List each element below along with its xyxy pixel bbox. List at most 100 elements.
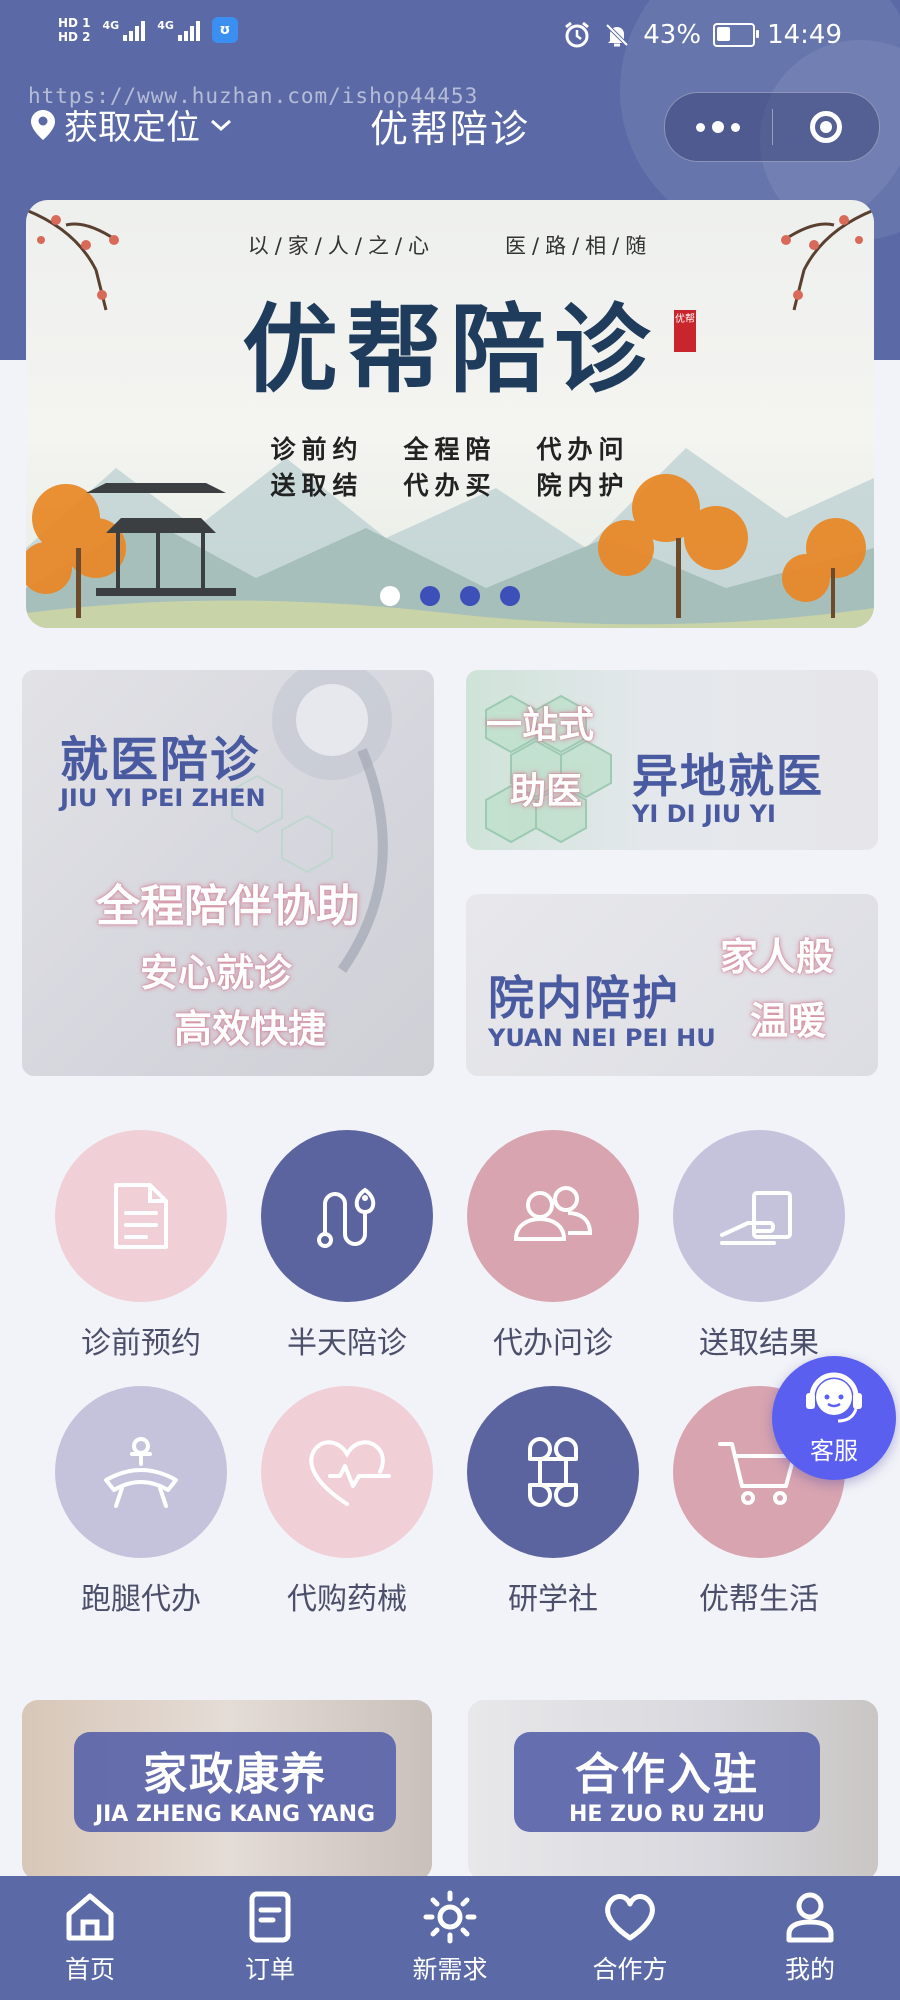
command-icon — [528, 1437, 578, 1507]
document-icon — [114, 1183, 168, 1249]
carousel-dot[interactable] — [500, 586, 520, 606]
tab-label: 新需求 — [412, 1955, 488, 1984]
carousel-dot[interactable] — [380, 586, 400, 606]
motto-right: 医/路/相/随 — [505, 234, 653, 258]
sun-icon — [423, 1890, 477, 1944]
location-selector[interactable]: 获取定位 — [30, 100, 234, 149]
carousel-dot[interactable] — [460, 586, 480, 606]
grid-label: 跑腿代办 — [81, 1582, 201, 1617]
user-icon — [786, 1892, 834, 1943]
signal-icon: 4G — [103, 19, 146, 41]
card-script-line: 高效快捷 — [174, 1006, 327, 1051]
card-title: 合作入驻 — [575, 1749, 759, 1800]
customer-service-label: 客服 — [810, 1436, 858, 1465]
card-script-line: 一站式 — [486, 704, 595, 746]
card-script-line: 家人般 — [720, 934, 835, 979]
card-pinyin: JIA ZHENG KANG YANG — [94, 1802, 376, 1827]
hd-indicator: HD 1 HD 2 — [58, 16, 91, 44]
service-column: 代办问 院内护 — [537, 432, 630, 504]
grid-icon-circle — [55, 1130, 227, 1302]
heartbeat-icon — [309, 1440, 391, 1506]
service-text: 全程陪 — [403, 435, 497, 464]
status-left: HD 1 HD 2 4G 4G ʊ — [58, 16, 238, 44]
service-text: 诊前约 — [270, 435, 364, 464]
alarm-icon — [565, 21, 590, 48]
card-jiazheng-kangyang[interactable]: 家政康养 JIA ZHENG KANG YANG — [22, 1700, 432, 1880]
net1-label: 4G — [102, 19, 120, 32]
red-seal-stamp: 优帮 — [674, 310, 696, 352]
tab-label: 合作方 — [592, 1955, 668, 1984]
card-script-line: 温暖 — [750, 998, 827, 1043]
net2-label: 4G — [157, 19, 174, 32]
close-button[interactable] — [773, 93, 880, 161]
grid-item-bantian-peizhen[interactable]: 半天陪诊 — [254, 1130, 434, 1370]
tab-orders[interactable]: 订单 — [180, 1876, 360, 2000]
card-pinyin: JIU YI PEI ZHEN — [60, 784, 266, 812]
tab-label: 订单 — [244, 1955, 295, 1984]
card-label-pill: 合作入驻 HE ZUO RU ZHU — [514, 1732, 820, 1832]
service-text: 送取结 — [270, 471, 364, 500]
card-slogan: 全程陪伴协助 — [96, 881, 360, 932]
clock: 14:49 — [767, 20, 842, 50]
hd1-label: HD 1 — [58, 16, 91, 30]
card-title: 家政康养 — [143, 1749, 327, 1800]
service-column: 全程陪 代办买 — [403, 432, 496, 504]
status-bar: HD 1 HD 2 4G 4G ʊ 43% 14:49 — [0, 0, 900, 80]
card-title: 院内陪护 — [488, 971, 680, 1025]
page-title: 优帮陪诊 — [369, 107, 530, 151]
grid-icon-circle — [467, 1130, 639, 1302]
grid-item-paotui-daiban[interactable]: 跑腿代办 — [48, 1386, 228, 1626]
tab-new-demand[interactable]: 新需求 — [360, 1876, 540, 2000]
card-jiuyi-peizhen[interactable]: 就医陪诊 JIU YI PEI ZHEN 全程陪伴协助 安心就诊 高效快捷 — [22, 670, 434, 1076]
runner-icon — [104, 1437, 178, 1508]
battery-icon — [713, 23, 760, 47]
card-title: 异地就医 — [632, 749, 824, 803]
banner-motto: 以/家/人/之/心 医/路/相/随 — [26, 230, 874, 260]
card-hezuo-ruzhu[interactable]: 合作入驻 HE ZUO RU ZHU — [468, 1700, 878, 1880]
bottom-tab-bar: 首页 订单 新需求 合作方 我的 — [0, 1876, 900, 2000]
grid-item-daigou-yaoxie[interactable]: 代购药械 — [254, 1386, 434, 1626]
grid-label: 代购药械 — [287, 1582, 407, 1617]
grid-icon-circle — [55, 1386, 227, 1558]
tab-home[interactable]: 首页 — [0, 1876, 180, 2000]
grid-item-zhenqian-yuyue[interactable]: 诊前预约 — [48, 1130, 228, 1370]
grid-icon-circle — [673, 1130, 845, 1302]
tab-me[interactable]: 我的 — [720, 1876, 900, 2000]
more-button[interactable] — [665, 93, 772, 161]
carousel-dot[interactable] — [420, 586, 440, 606]
battery-percent: 43% — [643, 20, 702, 50]
card-yidi-jiuyi[interactable]: 一站式 助医 异地就医 YI DI JIU YI — [466, 670, 878, 850]
grid-label: 代办问诊 — [493, 1326, 613, 1361]
banner-carousel[interactable]: 以/家/人/之/心 医/路/相/随 优帮陪诊 优帮 诊前约 送取结 全程陪 代办… — [26, 200, 874, 628]
card-pinyin: HE ZUO RU ZHU — [569, 1802, 765, 1827]
banner-title: 优帮陪诊 — [242, 293, 658, 406]
card-yuannei-peihu[interactable]: 院内陪护 YUAN NEI PEI HU 家人般 温暖 — [466, 894, 878, 1076]
grid-icon-circle — [261, 1386, 433, 1558]
grid-item-yanxueshe[interactable]: 研学社 — [460, 1386, 640, 1626]
mini-program-home: HD 1 HD 2 4G 4G ʊ 43% 14:49 https://www.… — [0, 0, 900, 2000]
service-text: 院内护 — [536, 471, 630, 500]
customer-service-button[interactable]: 客服 — [772, 1356, 896, 1480]
grid-label: 研学社 — [508, 1582, 598, 1617]
carousel-dots[interactable] — [26, 586, 874, 606]
grid-label: 半天陪诊 — [287, 1326, 407, 1361]
close-target-icon — [809, 111, 842, 143]
hand-card-icon — [720, 1191, 792, 1245]
grid-item-songqu-jieguo[interactable]: 送取结果 — [666, 1130, 846, 1370]
grid-label: 诊前预约 — [81, 1326, 201, 1361]
hd2-label: HD 2 — [58, 30, 91, 44]
heart-icon — [605, 1894, 655, 1941]
banner-services: 诊前约 送取结 全程陪 代办买 代办问 院内护 — [26, 432, 874, 504]
route-icon — [317, 1187, 376, 1248]
grid-item-daiban-wenzhen[interactable]: 代办问诊 — [460, 1130, 640, 1370]
service-text: 代办问 — [536, 435, 630, 464]
grid-label: 送取结果 — [699, 1326, 819, 1361]
grid-label: 优帮生活 — [699, 1582, 819, 1617]
order-icon — [249, 1891, 291, 1943]
mute-bell-icon — [605, 23, 629, 47]
grid-icon-circle — [467, 1386, 639, 1558]
grid-icon-circle — [261, 1130, 433, 1302]
tab-label: 首页 — [64, 1955, 115, 1984]
chevron-down-icon — [211, 119, 231, 131]
tab-partners[interactable]: 合作方 — [540, 1876, 720, 2000]
